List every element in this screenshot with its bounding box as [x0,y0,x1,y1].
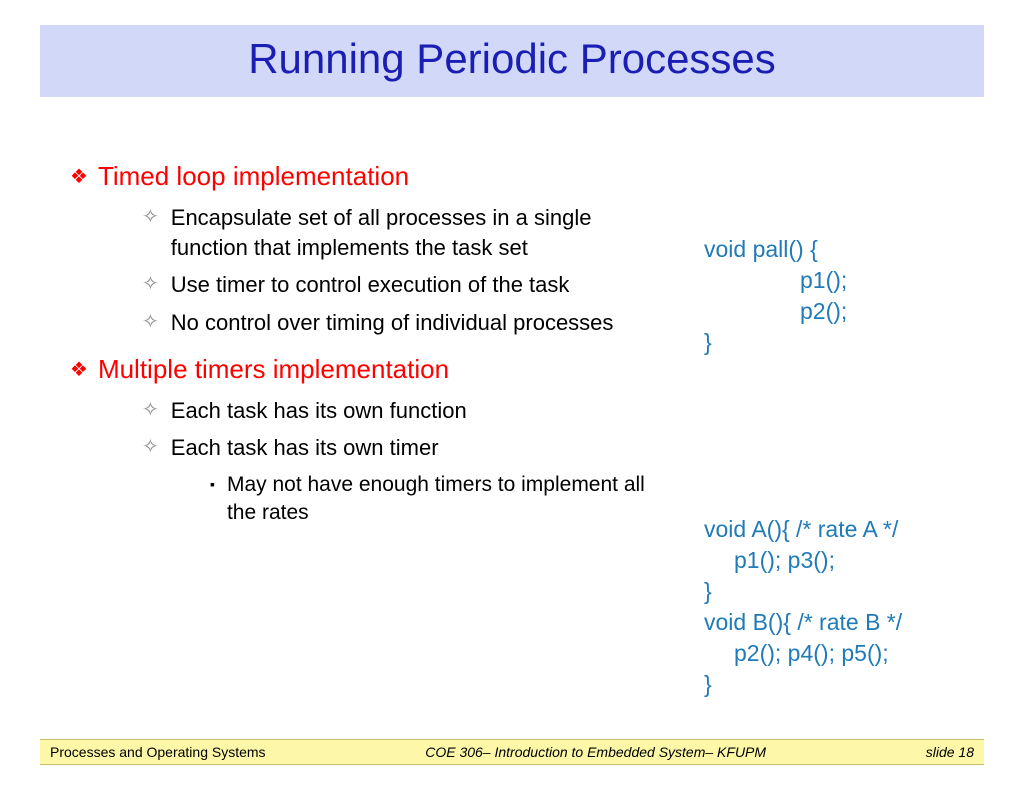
code-line: void pall() { [704,236,818,262]
diamond-outline-icon: ✧ [142,308,159,336]
code-line: p2(); [704,296,847,327]
diamond-outline-icon: ✧ [142,203,159,231]
code-block-1: void pall() { p1();p2();} [704,203,847,389]
footer-right: slide 18 [926,744,974,760]
footer-left: Processes and Operating Systems [50,744,266,760]
diamond-outline-icon: ✧ [142,396,159,424]
code-line: void B(){ /* rate B */ [704,609,902,635]
bullet-level2: ✧ Each task has its own timer [142,433,652,463]
bullet2-text: Encapsulate set of all processes in a si… [171,203,652,262]
code-line: } [704,578,712,604]
diamond-icon: ❖ [70,161,88,193]
code-line: p2(); p4(); p5(); [704,638,902,669]
code-line: void A(){ /* rate A */ [704,516,898,542]
code-line: } [704,671,712,697]
bullet-level2: ✧ No control over timing of individual p… [142,308,652,338]
code-line: p1(); [704,265,847,296]
footer-bar: Processes and Operating Systems COE 306–… [40,739,984,765]
bullet3-text: May not have enough timers to implement … [227,471,670,528]
code-block-2: void A(){ /* rate A */ p1(); p3();} void… [704,483,902,731]
diamond-icon: ❖ [70,354,88,386]
bullet2-text: Each task has its own function [171,396,467,426]
bullet1-text: Timed loop implementation [98,161,409,192]
code-line: } [704,329,712,355]
bullet2-text: Use timer to control execution of the ta… [171,270,570,300]
title-bar: Running Periodic Processes [40,25,984,97]
bullet-level2: ✧ Encapsulate set of all processes in a … [142,203,652,262]
bullet-level3: ▪ May not have enough timers to implemen… [210,471,670,528]
diamond-outline-icon: ✧ [142,433,159,461]
footer-mid: COE 306– Introduction to Embedded System… [266,744,926,760]
bullet2-text: Each task has its own timer [171,433,439,463]
square-bullet-icon: ▪ [210,471,215,497]
bullet-level1: ❖ Timed loop implementation [70,161,984,193]
slide-title: Running Periodic Processes [40,35,984,83]
diamond-outline-icon: ✧ [142,270,159,298]
bullet2-text: No control over timing of individual pro… [171,308,614,338]
bullet-level2: ✧ Use timer to control execution of the … [142,270,652,300]
code-line: p1(); p3(); [704,545,902,576]
slide: Running Periodic Processes ❖ Timed loop … [0,25,1024,793]
bullet1-text: Multiple timers implementation [98,354,449,385]
bullet-level2: ✧ Each task has its own function [142,396,652,426]
